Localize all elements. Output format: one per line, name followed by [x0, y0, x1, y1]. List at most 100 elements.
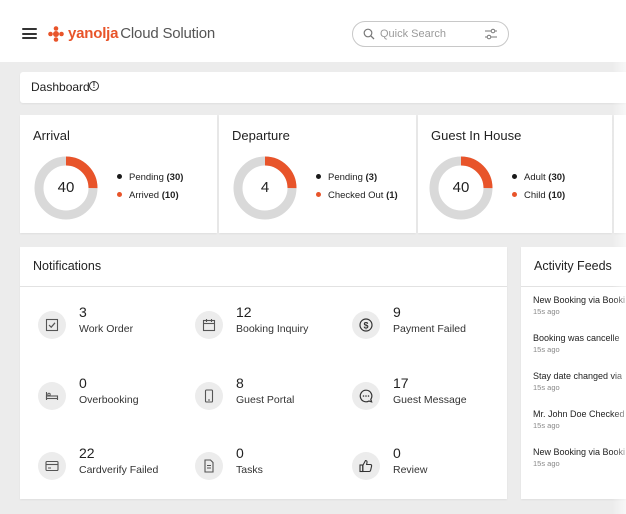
legend-dot	[117, 174, 122, 179]
notification-label: Tasks	[236, 464, 263, 476]
legend-item: Adult (30)	[512, 172, 565, 183]
bed-icon	[38, 382, 66, 410]
notification-payment-failed[interactable]: $ 9 Payment Failed	[352, 304, 492, 343]
activity-item[interactable]: New Booking via Booki 15s ago	[533, 447, 626, 468]
logo-mark-icon	[48, 25, 64, 42]
legend-count: (30)	[166, 172, 184, 183]
notification-count: 3	[79, 304, 87, 320]
card-title: Arrival	[33, 128, 70, 143]
activity-item[interactable]: Mr. John Doe Checked 15s ago	[533, 409, 626, 430]
page-title: Dashboard	[31, 80, 90, 94]
legend-label: Arrived	[129, 190, 160, 201]
notification-label: Booking Inquiry	[236, 323, 309, 335]
quick-search-box[interactable]	[352, 21, 509, 47]
activity-text: New Booking via Booki	[533, 447, 626, 457]
guest-in-house-card[interactable]: Guest In House 40 Adult (30) Child (10)	[418, 115, 612, 233]
notification-work-order[interactable]: 3 Work Order	[38, 304, 178, 343]
notification-count: 0	[79, 375, 87, 391]
divider	[20, 286, 507, 287]
checkbox-icon	[38, 311, 66, 339]
legend-label: Pending	[129, 172, 164, 183]
search-icon	[363, 28, 375, 40]
notification-count: 12	[236, 304, 252, 320]
legend-item: Child (10)	[512, 190, 565, 201]
notification-review[interactable]: 0 Review	[352, 445, 492, 484]
legend-dot	[117, 192, 122, 197]
legend-item: Pending (3)	[316, 172, 377, 183]
activity-text: Mr. John Doe Checked	[533, 409, 625, 419]
legend-dot	[512, 174, 517, 179]
activity-feeds-panel: Activity Feeds New Booking via Booki 15s…	[521, 247, 626, 499]
notification-count: 0	[393, 445, 401, 461]
activity-time: 15s ago	[533, 459, 560, 468]
phone-icon	[195, 382, 223, 410]
departure-card[interactable]: Departure 4 Pending (3) Checked Out (1)	[219, 115, 416, 233]
activity-text: Stay date changed via	[533, 371, 623, 381]
svg-text:$: $	[363, 320, 368, 330]
notification-count: 22	[79, 445, 95, 461]
notification-label: Guest Message	[393, 394, 467, 406]
activity-time: 15s ago	[533, 345, 560, 354]
legend-dot	[512, 192, 517, 197]
activity-item[interactable]: Stay date changed via 15s ago	[533, 371, 626, 392]
notification-guest-message[interactable]: 17 Guest Message	[352, 375, 492, 414]
notification-guest-portal[interactable]: 8 Guest Portal	[195, 375, 335, 414]
departure-total: 4	[260, 179, 270, 196]
legend-count: (3)	[365, 172, 378, 183]
notification-label: Overbooking	[79, 394, 139, 406]
arrival-total: 40	[57, 179, 75, 196]
activity-time: 15s ago	[533, 307, 560, 316]
activity-time: 15s ago	[533, 421, 560, 430]
thumbs-up-icon	[352, 452, 380, 480]
calendar-icon	[195, 311, 223, 339]
card-title: Guest In House	[431, 128, 522, 143]
logo-text: yanolja	[68, 25, 119, 42]
legend-count: (30)	[548, 172, 566, 183]
activity-item[interactable]: New Booking via Booki 15s ago	[533, 295, 626, 316]
notification-label: Work Order	[79, 323, 134, 335]
next-stat-card-edge	[614, 115, 626, 233]
dollar-icon: $	[352, 311, 380, 339]
legend-count: (1)	[386, 190, 398, 201]
app-window: yanolja Cloud Solution Dashboard Arrival	[0, 0, 626, 514]
legend-label: Child	[524, 190, 546, 201]
top-bar: yanolja Cloud Solution	[0, 0, 626, 62]
activity-time: 15s ago	[533, 383, 560, 392]
legend-label: Pending	[328, 172, 363, 183]
notifications-panel: Notifications 3 Work Order 12 Booking In…	[20, 247, 507, 499]
logo-subtext: Cloud Solution	[120, 25, 216, 42]
legend-label: Adult	[524, 172, 546, 183]
guest-in-house-total: 40	[452, 179, 470, 196]
notification-count: 8	[236, 375, 244, 391]
notification-overbooking[interactable]: 0 Overbooking	[38, 375, 178, 414]
brand-logo[interactable]: yanolja Cloud Solution	[48, 25, 215, 42]
activity-text: New Booking via Booki	[533, 295, 626, 305]
legend-dot	[316, 174, 321, 179]
notification-label: Cardverify Failed	[79, 464, 159, 476]
document-icon	[195, 452, 223, 480]
legend-item: Pending (30)	[117, 172, 183, 183]
legend-count: (10)	[161, 190, 179, 201]
dashboard-header: Dashboard	[20, 72, 626, 103]
quick-search-input[interactable]	[380, 26, 480, 42]
card-title: Departure	[232, 128, 290, 143]
hamburger-menu-icon[interactable]	[22, 28, 37, 39]
main-content: Dashboard Arrival 40 Pending (30) Arrive…	[0, 62, 626, 514]
card-icon	[38, 452, 66, 480]
notification-booking-inquiry[interactable]: 12 Booking Inquiry	[195, 304, 335, 343]
legend-item: Arrived (10)	[117, 190, 179, 201]
legend-dot	[316, 192, 321, 197]
divider	[521, 286, 626, 287]
info-icon[interactable]	[89, 81, 99, 91]
chat-icon	[352, 382, 380, 410]
notification-label: Guest Portal	[236, 394, 295, 406]
notification-tasks[interactable]: 0 Tasks	[195, 445, 335, 484]
legend-item: Checked Out (1)	[316, 190, 398, 201]
activity-feeds-title: Activity Feeds	[534, 259, 612, 273]
arrival-card[interactable]: Arrival 40 Pending (30) Arrived (10)	[20, 115, 217, 233]
activity-item[interactable]: Booking was cancelle 15s ago	[533, 333, 626, 354]
filter-settings-icon[interactable]	[484, 28, 498, 40]
activity-text: Booking was cancelle	[533, 333, 620, 343]
notification-cardverify-failed[interactable]: 22 Cardverify Failed	[38, 445, 178, 484]
notification-count: 0	[236, 445, 244, 461]
